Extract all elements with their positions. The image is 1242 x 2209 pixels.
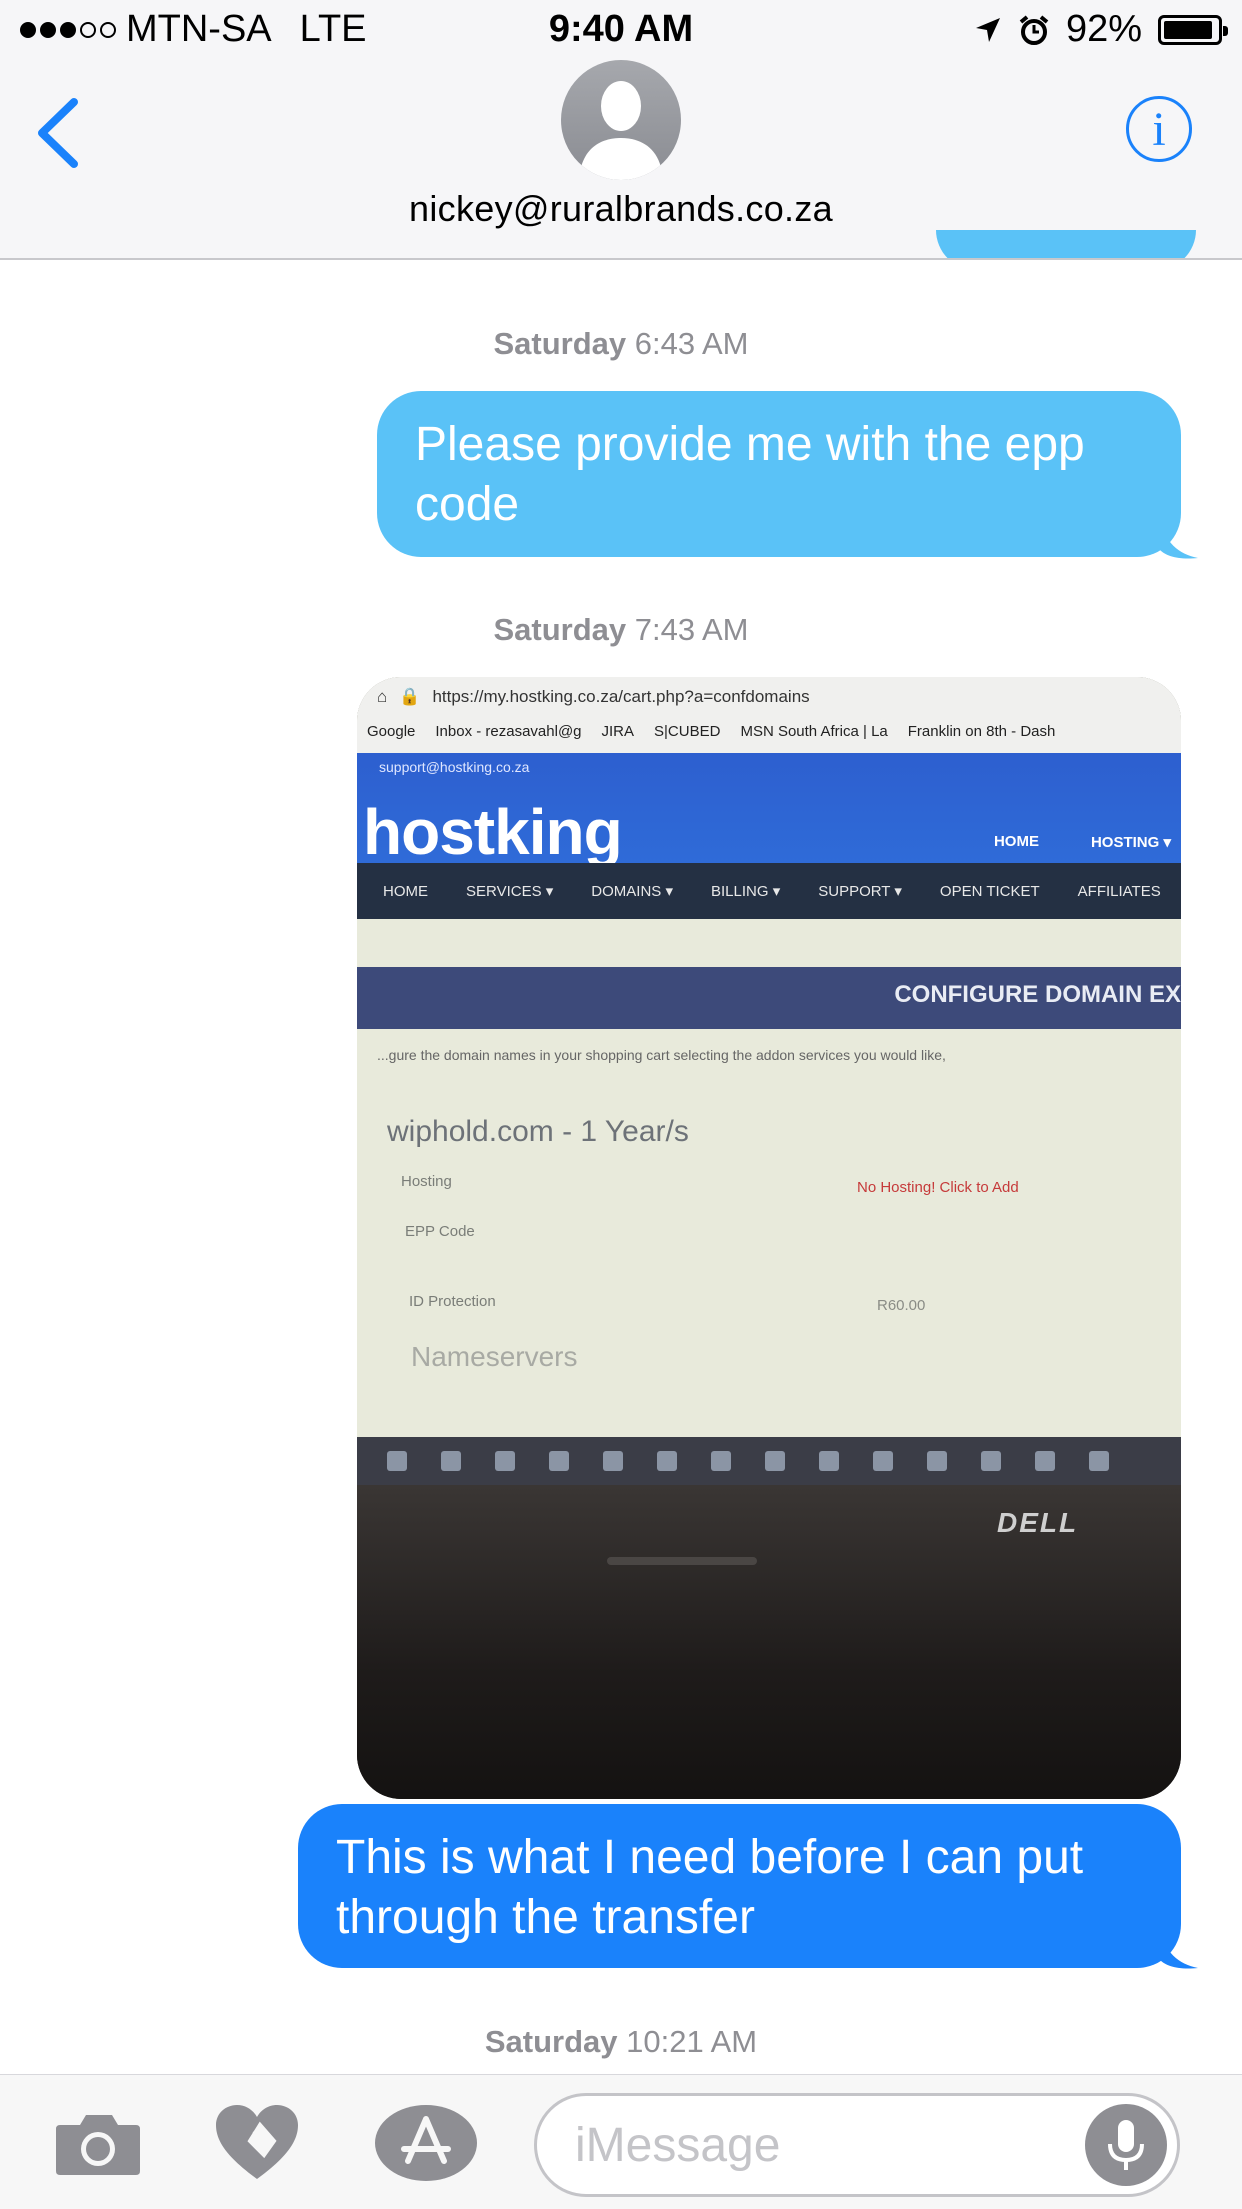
app-store-button[interactable] xyxy=(374,2103,478,2188)
message-text: Please provide me with the epp code xyxy=(415,418,1085,531)
photo-laptop-screen: ⌂ 🔒 https://my.hostking.co.za/cart.php?a… xyxy=(357,677,1181,1485)
camera-button[interactable] xyxy=(54,2111,142,2182)
photo-site-logo: hostking xyxy=(363,796,623,868)
alarm-icon xyxy=(1019,14,1049,45)
bookmark: S|CUBED xyxy=(654,722,721,740)
photo-nav-item: OPEN TICKET xyxy=(939,882,1040,900)
bubble-tail xyxy=(1160,1930,1198,1969)
photo-nav-item: HOSTING ▾ xyxy=(1090,834,1171,851)
photo-nav-item: HOME xyxy=(383,882,428,900)
photo-id-label: ID Protection xyxy=(409,1293,496,1310)
battery-percent: 92% xyxy=(1065,8,1142,50)
bookmark: Google xyxy=(367,722,416,740)
lock-icon: 🔒 xyxy=(399,687,421,706)
photo-description: ...gure the domain names in your shoppin… xyxy=(377,1047,946,1063)
microphone-button[interactable] xyxy=(1085,2104,1167,2186)
photo-dell-logo: DELL xyxy=(997,1507,1079,1538)
bookmark: MSN South Africa | La xyxy=(740,722,888,740)
photo-nav-item: AFFILIATES xyxy=(1077,882,1161,900)
bookmark: JIRA xyxy=(601,722,635,740)
photo-banner: CONFIGURE DOMAIN EX xyxy=(357,967,1181,1029)
status-right: 92% xyxy=(974,8,1228,51)
camera-icon xyxy=(56,2115,140,2175)
photo-url: https://my.hostking.co.za/cart.php?a=con… xyxy=(432,687,810,706)
battery-icon xyxy=(1158,14,1228,45)
timestamp: Saturday 7:43 AM xyxy=(493,612,749,647)
message-input[interactable]: iMessage xyxy=(534,2093,1180,2197)
contact-avatar[interactable] xyxy=(561,60,681,180)
app-store-icon xyxy=(375,2105,477,2181)
photo-main-nav: HOME SERVICES ▾ DOMAINS ▾ BILLING ▾ SUPP… xyxy=(357,863,1181,919)
photo-domain: wiphold.com - 1 Year/s xyxy=(387,1115,689,1148)
timestamp: Saturday 10:21 AM xyxy=(484,2024,758,2059)
back-button[interactable] xyxy=(30,96,90,170)
photo-top-nav: HOME HOSTING ▾ xyxy=(994,833,1171,851)
message-text: This is what I need before I can put thr… xyxy=(336,1831,1084,1944)
message-input-bar: iMessage xyxy=(0,2074,1242,2209)
digital-touch-button[interactable] xyxy=(214,2103,300,2186)
photo-support-email: support@hostking.co.za xyxy=(379,759,530,775)
photo-hosting-label: Hosting xyxy=(401,1173,452,1190)
status-bar: MTN-SA LTE 9:40 AM 92% xyxy=(0,0,1242,60)
photo-laptop-hinge xyxy=(607,1557,757,1565)
contact-name[interactable]: nickey@ruralbrands.co.za xyxy=(0,188,1242,230)
photo-browser-chrome: ⌂ 🔒 https://my.hostking.co.za/cart.php?a… xyxy=(357,677,1181,754)
photo-hosting-value: No Hosting! Click to Add xyxy=(857,1179,1019,1196)
location-arrow-icon xyxy=(975,17,1000,42)
photo-nav-item: DOMAINS ▾ xyxy=(591,883,673,900)
bookmark: Inbox - rezasavahl@g xyxy=(435,722,582,740)
previous-bubble-peek xyxy=(936,230,1196,258)
info-button[interactable]: i xyxy=(1126,96,1192,162)
home-icon: ⌂ xyxy=(377,687,388,706)
info-icon: i xyxy=(1152,102,1166,156)
photo-epp-label: EPP Code xyxy=(405,1223,475,1240)
microphone-icon xyxy=(1108,2120,1144,2170)
sent-photo[interactable]: ⌂ 🔒 https://my.hostking.co.za/cart.php?a… xyxy=(357,677,1181,1799)
photo-nav-item: SERVICES ▾ xyxy=(466,883,554,900)
photo-banner-text: CONFIGURE DOMAIN EX xyxy=(894,981,1181,1008)
photo-nav-item: SUPPORT ▾ xyxy=(818,883,902,900)
photo-nav-item: HOME xyxy=(993,833,1039,850)
photo-taskbar xyxy=(357,1437,1181,1485)
photo-id-value: R60.00 xyxy=(877,1297,926,1314)
timestamp: Saturday 6:43 AM xyxy=(493,326,749,361)
chevron-left-icon xyxy=(38,98,78,168)
person-silhouette-icon xyxy=(579,81,663,180)
photo-nameservers: Nameservers xyxy=(411,1341,578,1372)
photo-bookmarks-bar: Google Inbox - rezasavahl@g JIRA S|CUBED… xyxy=(367,717,1181,745)
bubble-tail xyxy=(1160,520,1198,559)
message-placeholder: iMessage xyxy=(575,2119,781,2172)
sent-message-bubble[interactable]: This is what I need before I can put thr… xyxy=(298,1804,1181,1968)
photo-nav-item: BILLING ▾ xyxy=(711,883,781,900)
bookmark: Franklin on 8th - Dash xyxy=(907,722,1056,740)
digital-touch-heart-icon xyxy=(216,2105,298,2179)
sent-message-bubble[interactable]: Please provide me with the epp code xyxy=(377,391,1181,557)
photo-url-bar: ⌂ 🔒 https://my.hostking.co.za/cart.php?a… xyxy=(377,683,1177,711)
